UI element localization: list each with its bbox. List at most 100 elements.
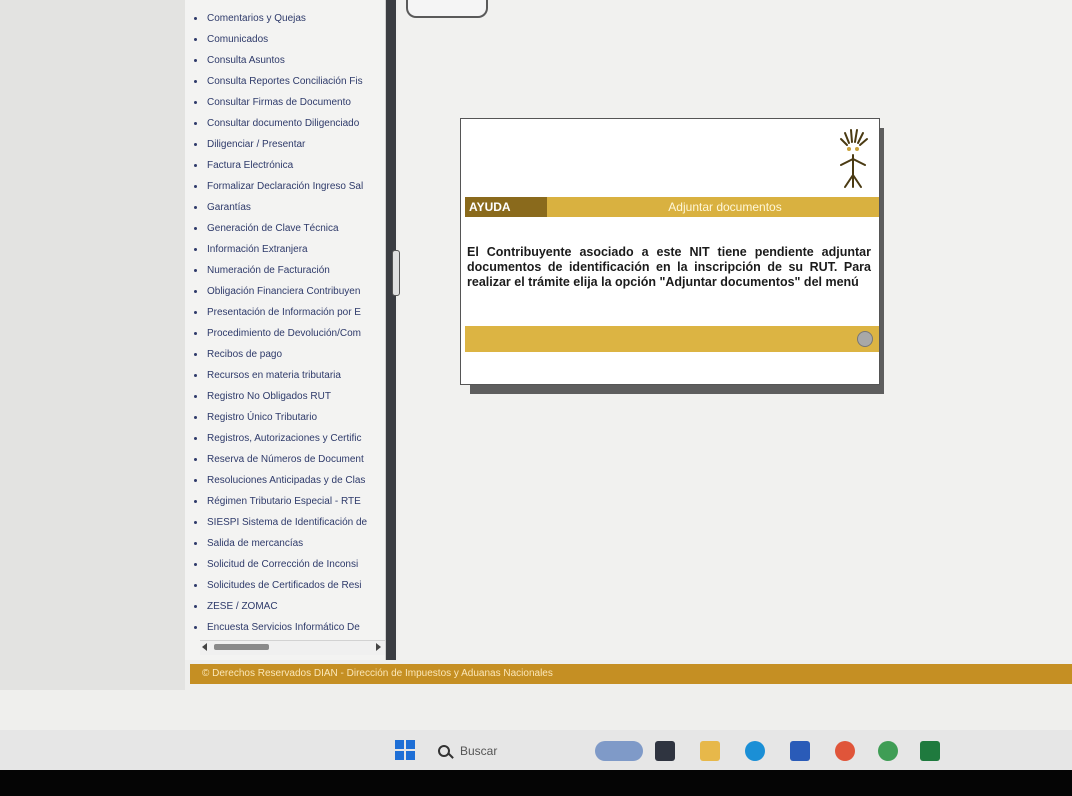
file-explorer-icon[interactable] [700,741,720,761]
sidebar-menu-item[interactable]: Comunicados [185,29,385,50]
help-message: El Contribuyente asociado a este NIT tie… [467,245,871,289]
bullet-icon [194,584,197,587]
sidebar-menu-item[interactable]: Garantías [185,197,385,218]
taskbar: Buscar [0,730,1072,770]
collapse-panel-handle[interactable] [392,250,400,296]
screen-bezel [0,770,1072,796]
sidebar-menu-item[interactable]: Información Extranjera [185,239,385,260]
sidebar-menu-item-label: Recibos de pago [207,349,283,360]
sidebar-menu-item-label: Procedimiento de Devolución/Com [207,328,361,339]
sidebar-menu-item-label: Consulta Asuntos [207,55,285,66]
bullet-icon [194,290,197,293]
bullet-icon [194,143,197,146]
sidebar-menu-item[interactable]: Consultar documento Diligenciado [185,113,385,134]
footer-bar: © Derechos Reservados DIAN - Dirección d… [190,664,1072,684]
sidebar-menu-item-label: Obligación Financiera Contribuyen [207,286,361,297]
bullet-icon [194,227,197,230]
task-view-icon[interactable] [655,741,675,761]
bullet-icon [194,416,197,419]
help-dialog: AYUDA Adjuntar documentos El Contribuyen… [460,118,880,385]
sidebar-menu-item-label: Comunicados [207,34,269,45]
sidebar-menu-item-label: Generación de Clave Técnica [207,223,339,234]
sidebar-menu-item[interactable]: Registros, Autorizaciones y Certific [185,428,385,449]
edge-browser-icon[interactable] [745,741,765,761]
bullet-icon [194,185,197,188]
sidebar-menu-item[interactable]: SIESPI Sistema de Identificación de [185,512,385,533]
sidebar-menu-item-label: Registro No Obligados RUT [207,391,331,402]
excel-icon[interactable] [920,741,940,761]
sidebar-menu-item[interactable]: ZESE / ZOMAC [185,596,385,617]
taskbar-search[interactable]: Buscar [430,740,540,762]
sidebar-menu-item[interactable]: Reserva de Números de Document [185,449,385,470]
sidebar-menu-item-label: Consultar documento Diligenciado [207,118,360,129]
bullet-icon [194,122,197,125]
sidebar-menu-item-label: Numeración de Facturación [207,265,330,276]
bullet-icon [194,605,197,608]
help-header-bar: AYUDA Adjuntar documentos [465,197,879,217]
bullet-icon [194,269,197,272]
bullet-icon [194,437,197,440]
sidebar-menu-item-label: Consulta Reportes Conciliación Fis [207,76,363,87]
sidebar-menu-item-label: Formalizar Declaración Ingreso Sal [207,181,364,192]
bullet-icon [194,458,197,461]
sidebar-menu-item[interactable]: Recursos en materia tributaria [185,365,385,386]
sidebar-menu-item[interactable]: Registro Único Tributario [185,407,385,428]
sidebar-menu-item[interactable]: Generación de Clave Técnica [185,218,385,239]
sidebar-menu-item[interactable]: Formalizar Declaración Ingreso Sal [185,176,385,197]
close-help-icon[interactable] [857,331,873,347]
bullet-icon [194,17,197,20]
sidebar-menu-item[interactable]: Consulta Asuntos [185,50,385,71]
sidebar-menu-item[interactable]: Registro No Obligados RUT [185,386,385,407]
sidebar-menu-item-label: Solicitud de Corrección de Inconsi [207,559,359,570]
sidebar-menu-item[interactable]: Obligación Financiera Contribuyen [185,281,385,302]
sidebar-menu: Comentarios y Quejas Comunicados Consulta … [185,0,386,660]
bullet-icon [194,38,197,41]
bullet-icon [194,395,197,398]
sidebar-menu-item-label: Recursos en materia tributaria [207,370,341,381]
bullet-icon [194,59,197,62]
sidebar-menu-item-label: Encuesta Servicios Informático De [207,622,360,633]
sidebar-menu-item[interactable]: Consulta Reportes Conciliación Fis [185,71,385,92]
bullet-icon [194,563,197,566]
bullet-icon [194,542,197,545]
sidebar-menu-item-label: Presentación de Información por E [207,307,361,318]
bullet-icon [194,353,197,356]
copyright-text: © Derechos Reservados DIAN - Dirección d… [202,668,553,679]
scrollbar-thumb[interactable] [214,644,269,650]
widgets-icon[interactable] [595,741,643,761]
sidebar-menu-item[interactable]: Consultar Firmas de Documento [185,92,385,113]
firefox-icon[interactable] [835,741,855,761]
sidebar-menu-item[interactable]: Factura Electrónica [185,155,385,176]
sidebar-menu-item-label: Salida de mercancías [207,538,304,549]
sidebar-menu-item[interactable]: Comentarios y Quejas [185,8,385,29]
sidebar-menu-item[interactable]: Salida de mercancías [185,533,385,554]
sidebar-menu-item[interactable]: Recibos de pago [185,344,385,365]
scroll-right-arrow-icon[interactable] [376,643,381,651]
sidebar-menu-item[interactable]: Procedimiento de Devolución/Com [185,323,385,344]
menu-list: Comentarios y Quejas Comunicados Consulta … [185,0,385,638]
sidebar-menu-item-label: Resoluciones Anticipadas y de Clas [207,475,366,486]
sidebar-menu-item[interactable]: Solicitud de Corrección de Inconsi [185,554,385,575]
sidebar-menu-item[interactable]: Diligenciar / Presentar [185,134,385,155]
sidebar-menu-item[interactable]: Numeración de Facturación [185,260,385,281]
sidebar-menu-item-label: Solicitudes de Certificados de Resi [207,580,362,591]
bullet-icon [194,521,197,524]
store-icon[interactable] [790,741,810,761]
chrome-icon[interactable] [878,741,898,761]
scroll-left-arrow-icon[interactable] [202,643,207,651]
sidebar-menu-item[interactable]: Presentación de Información por E [185,302,385,323]
sidebar-menu-item[interactable]: Solicitudes de Certificados de Resi [185,575,385,596]
sidebar-menu-item-label: SIESPI Sistema de Identificación de [207,517,368,528]
top-pill-button[interactable] [406,0,488,18]
sidebar-menu-item[interactable]: Resoluciones Anticipadas y de Clas [185,470,385,491]
sidebar-menu-item[interactable]: Encuesta Servicios Informático De [185,617,385,638]
bullet-icon [194,374,197,377]
dian-logo-icon [840,129,868,188]
sidebar-horizontal-scrollbar[interactable] [200,640,385,655]
sidebar-menu-item-label: Reserva de Números de Document [207,454,364,465]
screen: Comentarios y Quejas Comunicados Consulta … [0,0,1072,770]
sidebar-menu-item[interactable]: Régimen Tributario Especial - RTE [185,491,385,512]
windows-start-icon[interactable] [395,740,415,760]
bullet-icon [194,164,197,167]
help-footer-bar [465,326,879,352]
